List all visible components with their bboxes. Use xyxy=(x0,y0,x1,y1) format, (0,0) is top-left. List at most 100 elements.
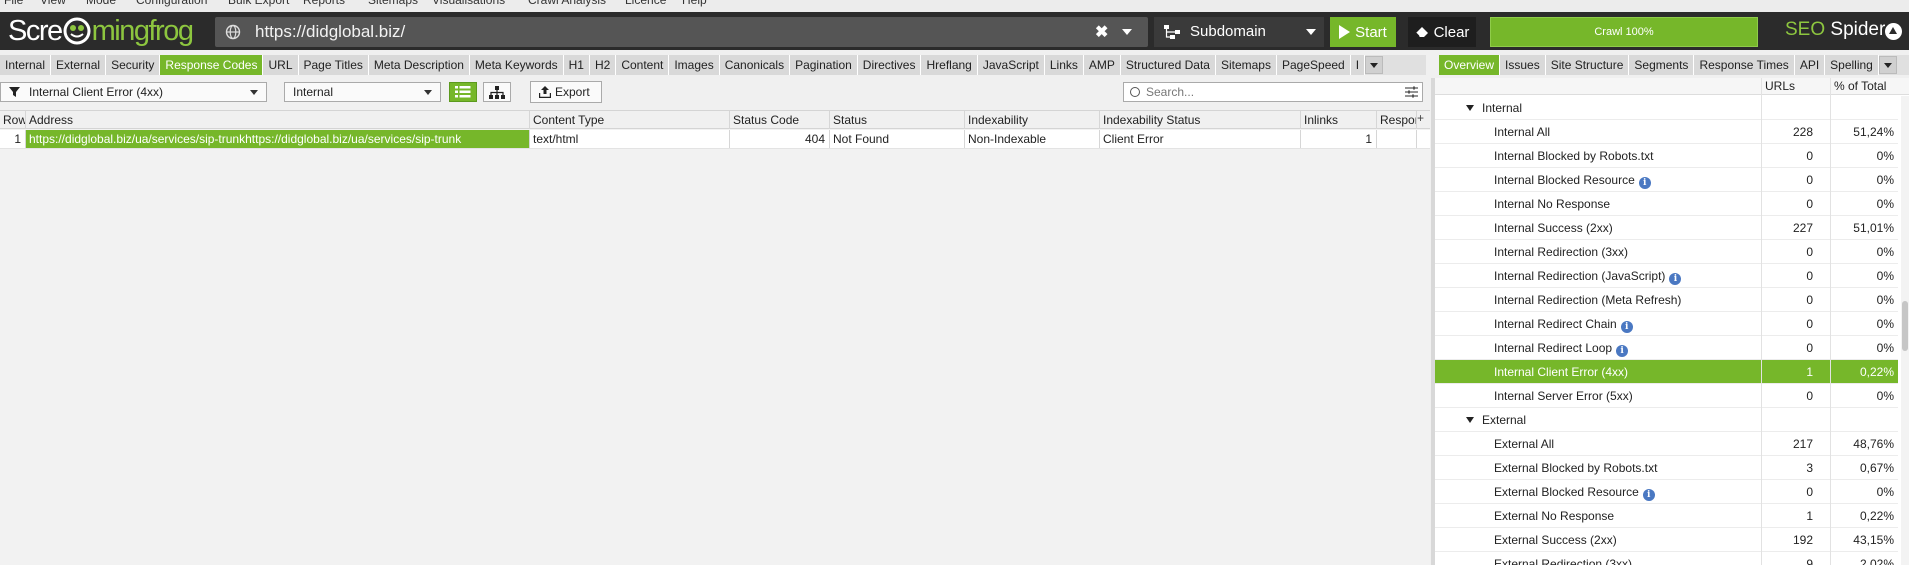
column-header-address[interactable]: Address xyxy=(26,111,530,129)
overview-item-external-success-2xx[interactable]: External Success (2xx) 192 43,15% xyxy=(1435,528,1898,552)
overview-item-internal-no-response[interactable]: Internal No Response 0 0% xyxy=(1435,192,1898,216)
cell-respon[interactable] xyxy=(1377,130,1417,148)
cell-indexability-status[interactable]: Client Error xyxy=(1100,130,1301,148)
search-input[interactable]: Search... xyxy=(1123,82,1423,102)
tab-directives[interactable]: Directives xyxy=(857,55,922,75)
info-icon[interactable]: i xyxy=(1638,177,1651,189)
menu-item-view[interactable]: View xyxy=(40,0,66,7)
tab-external[interactable]: External xyxy=(51,55,107,75)
tab-pagespeed[interactable]: PageSpeed xyxy=(1276,55,1351,75)
upgrade-icon[interactable] xyxy=(1885,23,1902,40)
clear-url-icon[interactable]: ✖ xyxy=(1095,22,1108,42)
column-header-status-code[interactable]: Status Code xyxy=(730,111,830,129)
overview-group-internal[interactable]: Internal xyxy=(1435,96,1898,120)
cell-status[interactable]: Not Found xyxy=(830,130,965,148)
tab-meta-keywords[interactable]: Meta Keywords xyxy=(469,55,564,75)
overview-item-internal-blocked-resource[interactable]: Internal Blocked Resource i 0 0% xyxy=(1435,168,1898,192)
cell-indexability[interactable]: Non-Indexable xyxy=(965,130,1100,148)
overview-item-external-blocked-resource[interactable]: External Blocked Resource i 0 0% xyxy=(1435,480,1898,504)
menu-item-help[interactable]: Help xyxy=(682,0,707,7)
export-button[interactable]: Export xyxy=(530,81,602,103)
tab-segments[interactable]: Segments xyxy=(1629,55,1695,75)
overview-item-internal-redirection-javascript[interactable]: Internal Redirection (JavaScript) i 0 0% xyxy=(1435,264,1898,288)
menu-item-file[interactable]: File xyxy=(4,0,23,7)
tab-images[interactable]: Images xyxy=(669,55,720,75)
menu-item-licence[interactable]: Licence xyxy=(625,0,666,7)
info-icon[interactable]: i xyxy=(1620,321,1633,333)
tab-hreflang[interactable]: Hreflang xyxy=(921,55,978,75)
tab-links[interactable]: Links xyxy=(1044,55,1084,75)
menu-item-bulk-export[interactable]: Bulk Export xyxy=(228,0,289,7)
overview-item-internal-success-2xx[interactable]: Internal Success (2xx) 227 51,01% xyxy=(1435,216,1898,240)
cell-inlinks[interactable]: 1 xyxy=(1301,130,1377,148)
expand-triangle-icon[interactable] xyxy=(1466,417,1474,423)
overview-scrollbar[interactable] xyxy=(1901,96,1909,565)
tab-api[interactable]: API xyxy=(1794,55,1826,75)
scope-dropdown[interactable]: Internal xyxy=(284,82,441,102)
overview-item-internal-redirection-meta-refresh[interactable]: Internal Redirection (Meta Refresh) 0 0% xyxy=(1435,288,1898,312)
url-history-dropdown-icon[interactable] xyxy=(1122,29,1132,35)
tab-javascript[interactable]: JavaScript xyxy=(977,55,1045,75)
column-header-row[interactable]: Row xyxy=(0,111,26,129)
overview-item-external-blocked-by-robots-txt[interactable]: External Blocked by Robots.txt 3 0,67% xyxy=(1435,456,1898,480)
overview-item-internal-redirect-chain[interactable]: Internal Redirect Chain i 0 0% xyxy=(1435,312,1898,336)
add-column-icon[interactable]: + xyxy=(1417,111,1424,125)
cell-row[interactable]: 1 xyxy=(0,130,26,148)
tab-pagination[interactable]: Pagination xyxy=(790,55,858,75)
tab-site-structure[interactable]: Site Structure xyxy=(1545,55,1630,75)
crawl-mode-select[interactable]: Subdomain xyxy=(1154,17,1324,47)
overview-item-internal-client-error-4xx[interactable]: Internal Client Error (4xx) 1 0,22% xyxy=(1435,360,1898,384)
overview-item-internal-server-error-5xx[interactable]: Internal Server Error (5xx) 0 0% xyxy=(1435,384,1898,408)
search-options-icon[interactable] xyxy=(1405,86,1418,98)
tab-page-titles[interactable]: Page Titles xyxy=(298,55,369,75)
overview-group-external[interactable]: External xyxy=(1435,408,1898,432)
url-input[interactable]: https://didglobal.biz/ ✖ xyxy=(215,17,1148,47)
scrollbar-thumb[interactable] xyxy=(1902,301,1908,351)
more-tabs-icon[interactable] xyxy=(1365,56,1384,74)
expand-triangle-icon[interactable] xyxy=(1466,105,1474,111)
column-header-status[interactable]: Status xyxy=(830,111,965,129)
cell-content-type[interactable]: text/html xyxy=(530,130,730,148)
tab-i[interactable]: I xyxy=(1350,55,1366,75)
overview-item-internal-all[interactable]: Internal All 228 51,24% xyxy=(1435,120,1898,144)
menu-item-mode[interactable]: Mode xyxy=(86,0,116,7)
tab-amp[interactable]: AMP xyxy=(1083,55,1121,75)
tab-structured-data[interactable]: Structured Data xyxy=(1120,55,1216,75)
filter-dropdown[interactable]: Internal Client Error (4xx) xyxy=(0,82,267,102)
tab-overview[interactable]: Overview xyxy=(1439,55,1501,75)
tab-response-times[interactable]: Response Times xyxy=(1694,55,1795,75)
column-header-respon[interactable]: Respon xyxy=(1377,111,1417,129)
tab-content[interactable]: Content xyxy=(616,55,670,75)
menu-item-visualisations[interactable]: Visualisations xyxy=(432,0,505,7)
tab-h1[interactable]: H1 xyxy=(563,55,590,75)
table-row[interactable]: 1 https://didglobal.biz/ua/services/sip-t… xyxy=(0,130,1430,149)
column-header-indexability-status[interactable]: Indexability Status xyxy=(1100,111,1301,129)
tab-spelling[interactable]: Spelling xyxy=(1825,55,1879,75)
column-header-inlinks[interactable]: Inlinks xyxy=(1301,111,1377,129)
menu-item-sitemaps[interactable]: Sitemaps xyxy=(368,0,418,7)
column-header-indexability[interactable]: Indexability xyxy=(965,111,1100,129)
tab-security[interactable]: Security xyxy=(106,55,161,75)
more-tabs-icon[interactable] xyxy=(1878,56,1897,74)
overview-item-external-no-response[interactable]: External No Response 1 0,22% xyxy=(1435,504,1898,528)
cell-address[interactable]: https://didglobal.biz/ua/services/sip-tr… xyxy=(26,130,530,148)
menu-item-reports[interactable]: Reports xyxy=(303,0,345,7)
tab-meta-description[interactable]: Meta Description xyxy=(368,55,470,75)
tab-h2[interactable]: H2 xyxy=(589,55,617,75)
tab-url[interactable]: URL xyxy=(263,55,299,75)
list-view-button[interactable] xyxy=(449,82,477,102)
overview-item-external-all[interactable]: External All 217 48,76% xyxy=(1435,432,1898,456)
tab-response-codes[interactable]: Response Codes xyxy=(160,55,264,75)
menu-item-crawl-analysis[interactable]: Crawl Analysis xyxy=(528,0,606,7)
start-button[interactable]: Start xyxy=(1330,17,1396,47)
overview-item-external-redirection-3xx[interactable]: External Redirection (3xx) 9 2,02% xyxy=(1435,552,1898,565)
tab-canonicals[interactable]: Canonicals xyxy=(719,55,791,75)
tab-internal[interactable]: Internal xyxy=(0,55,52,75)
cell-status-code[interactable]: 404 xyxy=(730,130,830,148)
tab-issues[interactable]: Issues xyxy=(1500,55,1546,75)
menu-item-configuration[interactable]: Configuration xyxy=(136,0,207,7)
info-icon[interactable]: i xyxy=(1642,489,1655,501)
clear-button[interactable]: Clear xyxy=(1408,17,1476,47)
column-header-content-type[interactable]: Content Type xyxy=(530,111,730,129)
overview-item-internal-blocked-by-robots-txt[interactable]: Internal Blocked by Robots.txt 0 0% xyxy=(1435,144,1898,168)
